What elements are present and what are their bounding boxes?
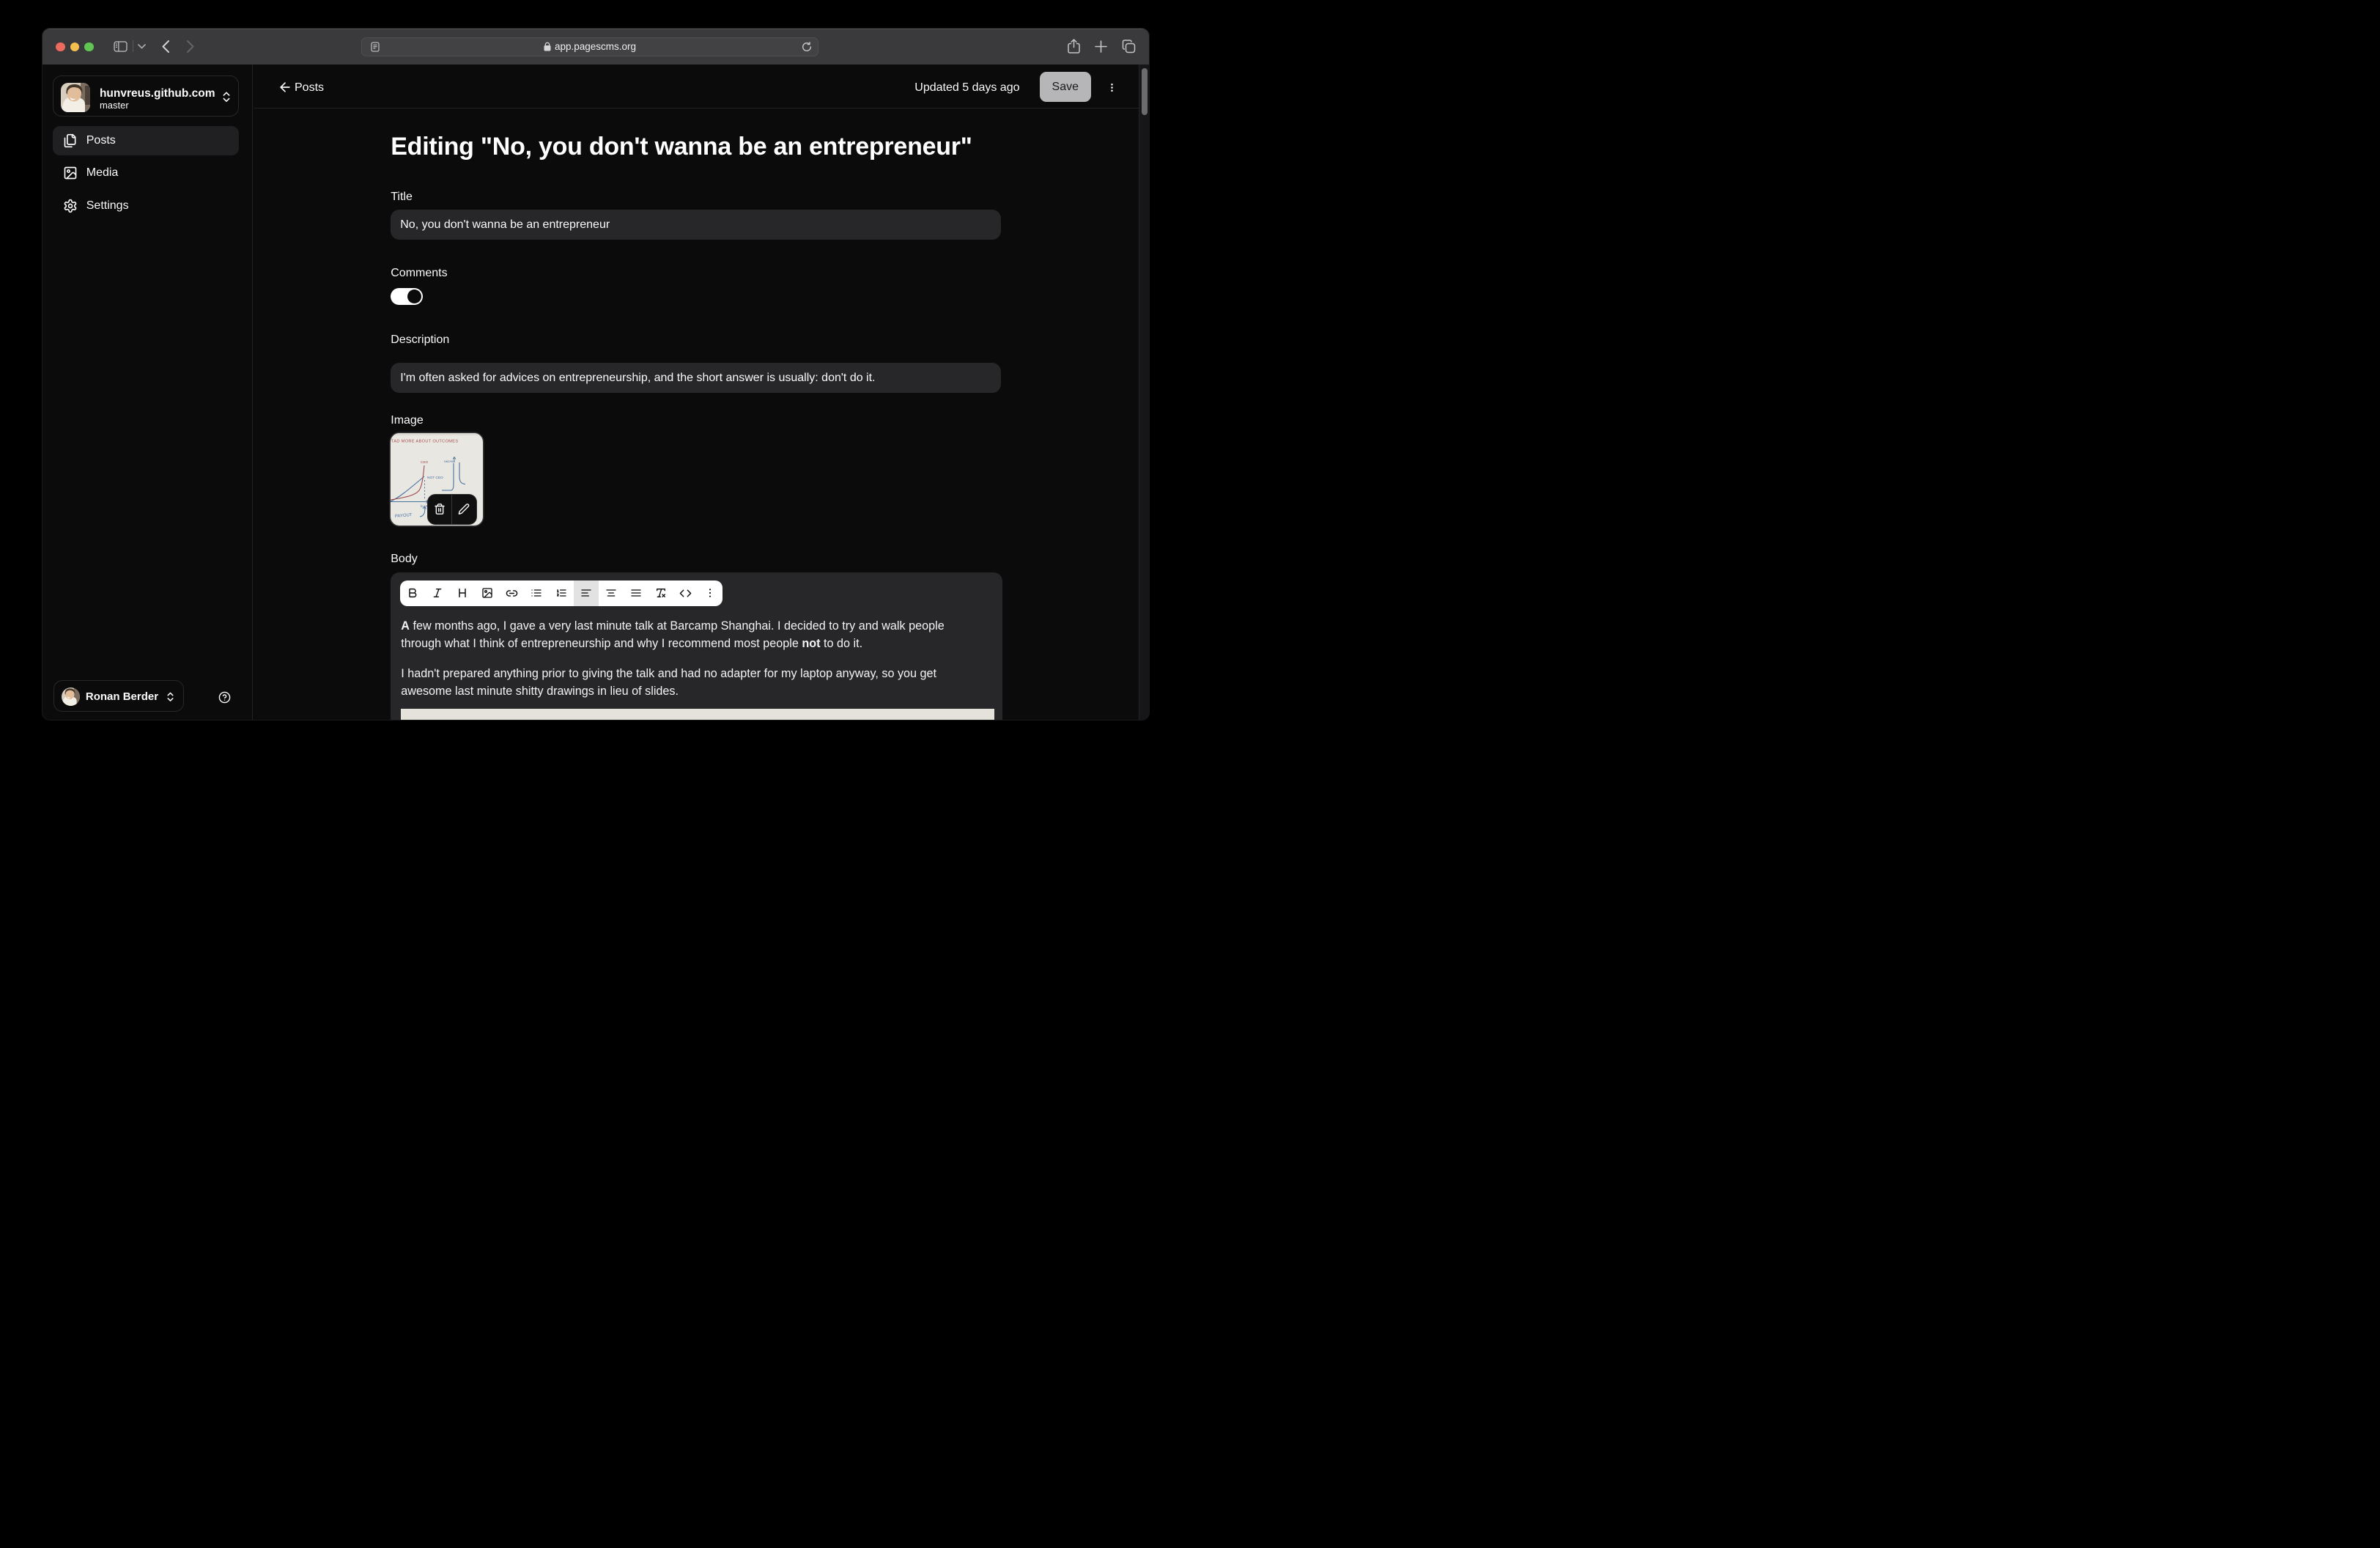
svg-text:rwcHo: rwcHo bbox=[444, 460, 454, 464]
svg-text:NOT CEO: NOT CEO bbox=[427, 476, 443, 480]
svg-text:TAD MORE ABOUT OUTCOMES: TAD MORE ABOUT OUTCOMES bbox=[391, 440, 458, 444]
svg-text:CEO: CEO bbox=[421, 460, 429, 465]
